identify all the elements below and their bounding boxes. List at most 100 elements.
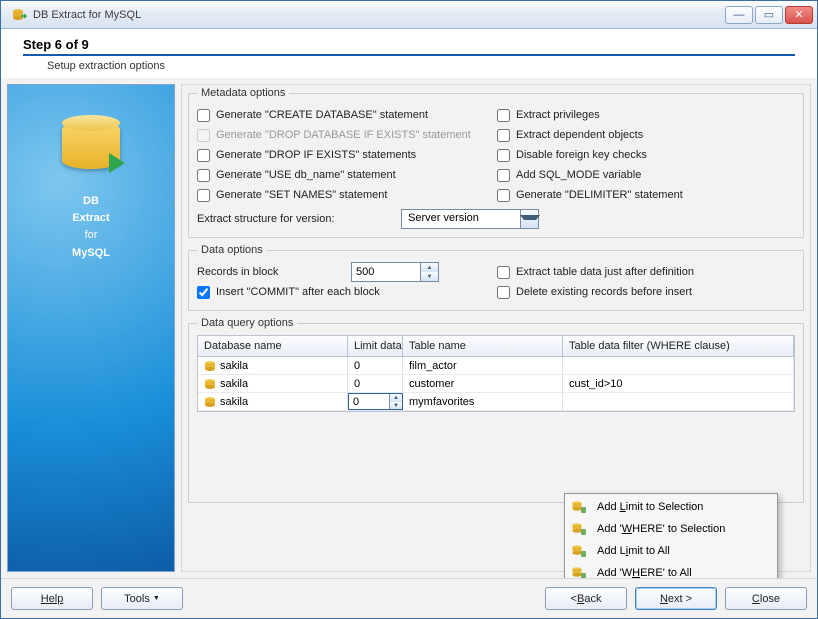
- db-name: sakila: [220, 378, 248, 390]
- limit-cell[interactable]: 0: [348, 357, 403, 374]
- checkbox-label: Generate "DROP IF EXISTS" statements: [216, 149, 416, 161]
- brand-line2: Extract: [72, 212, 109, 224]
- context-menu-item[interactable]: Add 'WHERE' to Selection: [567, 518, 775, 540]
- spin-down-icon[interactable]: ▼: [421, 272, 438, 281]
- wizard-footer: Help Tools ▼ < Back Next > Close: [1, 578, 817, 618]
- checkbox-label: Generate "DELIMITER" statement: [516, 189, 683, 201]
- table-row[interactable]: sakila0film_actor: [198, 357, 794, 375]
- version-select[interactable]: Server version: [401, 209, 539, 229]
- spin-up-icon[interactable]: ▲: [421, 263, 438, 272]
- main-panel: Metadata options Generate "CREATE DATABA…: [181, 84, 811, 572]
- chevron-down-icon[interactable]: [520, 210, 538, 228]
- table-action-icon: [569, 541, 589, 561]
- col-limit[interactable]: Limit data: [348, 336, 403, 356]
- metadata-checkbox[interactable]: Disable foreign key checks: [497, 149, 647, 162]
- checkbox-label: Generate "DROP DATABASE IF EXISTS" state…: [216, 129, 471, 141]
- metadata-checkbox[interactable]: Generate "DROP IF EXISTS" statements: [197, 149, 416, 162]
- metadata-checkbox[interactable]: Generate "DELIMITER" statement: [497, 189, 683, 202]
- spin-down-icon[interactable]: ▼: [390, 402, 402, 410]
- maximize-button[interactable]: ▭: [755, 6, 783, 24]
- titlebar: DB Extract for MySQL — ▭ ✕: [1, 1, 817, 29]
- table-row[interactable]: sakila 0customercust_id>10: [198, 375, 794, 393]
- table-cell[interactable]: mymfavorites: [403, 393, 563, 410]
- table-action-icon: [569, 497, 589, 517]
- app-icon: [11, 7, 27, 23]
- metadata-checkbox[interactable]: Add SQL_MODE variable: [497, 169, 641, 182]
- brand-line1: DB: [83, 195, 99, 207]
- checkbox-label: Generate "CREATE DATABASE" statement: [216, 109, 428, 121]
- records-input[interactable]: [352, 263, 420, 281]
- next-button[interactable]: Next >: [635, 587, 717, 610]
- commit-checkbox[interactable]: Insert "COMMIT" after each block: [197, 286, 380, 299]
- database-icon: [204, 378, 216, 390]
- chevron-down-icon: ▼: [153, 595, 160, 602]
- menu-item-label: Add Limit to Selection: [597, 501, 703, 513]
- checkbox-label: Generate "SET NAMES" statement: [216, 189, 387, 201]
- spin-up-icon[interactable]: ▲: [390, 394, 402, 402]
- back-button[interactable]: < Back: [545, 587, 627, 610]
- metadata-checkbox[interactable]: Extract privileges: [497, 109, 600, 122]
- commit-label: Insert "COMMIT" after each block: [216, 286, 380, 298]
- help-button[interactable]: Help: [11, 587, 93, 610]
- records-label: Records in block: [197, 266, 351, 278]
- brand-line3: for: [85, 229, 98, 241]
- limit-input[interactable]: [349, 394, 389, 410]
- metadata-checkbox[interactable]: Generate "CREATE DATABASE" statement: [197, 109, 428, 122]
- data-options-legend: Data options: [197, 244, 267, 256]
- where-cell[interactable]: [563, 357, 794, 374]
- window-buttons: — ▭ ✕: [725, 6, 813, 24]
- checkbox-label: Add SQL_MODE variable: [516, 169, 641, 181]
- checkbox-label: Extract privileges: [516, 109, 600, 121]
- menu-item-label: Add Limit to All: [597, 545, 670, 557]
- db-name: sakila: [220, 396, 248, 408]
- context-menu-item[interactable]: Add Limit to Selection: [567, 496, 775, 518]
- minimize-button[interactable]: —: [725, 6, 753, 24]
- table-cell[interactable]: film_actor: [403, 357, 563, 374]
- wizard-body: DB Extract for MySQL Metadata options Ge…: [1, 78, 817, 578]
- menu-item-label: Add 'WHERE' to All: [597, 567, 692, 578]
- metadata-checkbox[interactable]: Generate "SET NAMES" statement: [197, 189, 387, 202]
- query-options-group: Data query options Database name Limit d…: [188, 317, 804, 503]
- context-menu-item[interactable]: Add Limit to All: [567, 540, 775, 562]
- table-action-icon: [569, 519, 589, 539]
- col-db[interactable]: Database name: [198, 336, 348, 356]
- col-table[interactable]: Table name: [403, 336, 563, 356]
- delete-before-label: Delete existing records before insert: [516, 286, 692, 298]
- product-logo: [59, 113, 123, 177]
- metadata-checkbox[interactable]: Extract dependent objects: [497, 129, 643, 142]
- step-title: Step 6 of 9: [23, 37, 795, 52]
- metadata-checkbox: Generate "DROP DATABASE IF EXISTS" state…: [197, 129, 471, 142]
- table-row[interactable]: sakila ▲▼mymfavorites: [198, 393, 794, 411]
- wizard-header: Step 6 of 9 Setup extraction options: [1, 29, 817, 78]
- tools-button[interactable]: Tools ▼: [101, 587, 183, 610]
- query-grid: Database name Limit data Table name Tabl…: [197, 335, 795, 412]
- limit-cell[interactable]: 0: [348, 375, 403, 392]
- table-cell[interactable]: customer: [403, 375, 563, 392]
- menu-item-label: Add 'WHERE' to Selection: [597, 523, 725, 535]
- context-menu: Add Limit to Selection Add 'WHERE' to Sel…: [564, 493, 778, 578]
- close-button[interactable]: ✕: [785, 6, 813, 24]
- delete-before-checkbox[interactable]: Delete existing records before insert: [497, 286, 692, 299]
- checkbox-label: Extract dependent objects: [516, 129, 643, 141]
- version-label: Extract structure for version:: [197, 213, 381, 225]
- where-cell[interactable]: cust_id>10: [563, 375, 794, 392]
- metadata-options-group: Metadata options Generate "CREATE DATABA…: [188, 87, 804, 238]
- close-wizard-button[interactable]: Close: [725, 587, 807, 610]
- table-action-icon: [569, 563, 589, 578]
- database-icon: [204, 360, 216, 372]
- limit-cell-editing[interactable]: ▲▼: [348, 393, 403, 410]
- col-where[interactable]: Table data filter (WHERE clause): [563, 336, 794, 356]
- version-value: Server version: [402, 210, 520, 228]
- app-window: DB Extract for MySQL — ▭ ✕ Step 6 of 9 S…: [0, 0, 818, 619]
- checkbox-label: Disable foreign key checks: [516, 149, 647, 161]
- sidebar: DB Extract for MySQL: [7, 84, 175, 572]
- header-rule: [23, 54, 795, 56]
- extract-after-checkbox[interactable]: Extract table data just after definition: [497, 266, 694, 279]
- records-stepper[interactable]: ▲▼: [351, 262, 439, 282]
- database-icon: [204, 396, 216, 408]
- data-options-group: Data options Records in block ▲▼: [188, 244, 804, 311]
- context-menu-item[interactable]: Add 'WHERE' to All: [567, 562, 775, 578]
- where-cell[interactable]: [563, 393, 794, 410]
- metadata-checkbox[interactable]: Generate "USE db_name" statement: [197, 169, 396, 182]
- step-subtitle: Setup extraction options: [47, 60, 795, 72]
